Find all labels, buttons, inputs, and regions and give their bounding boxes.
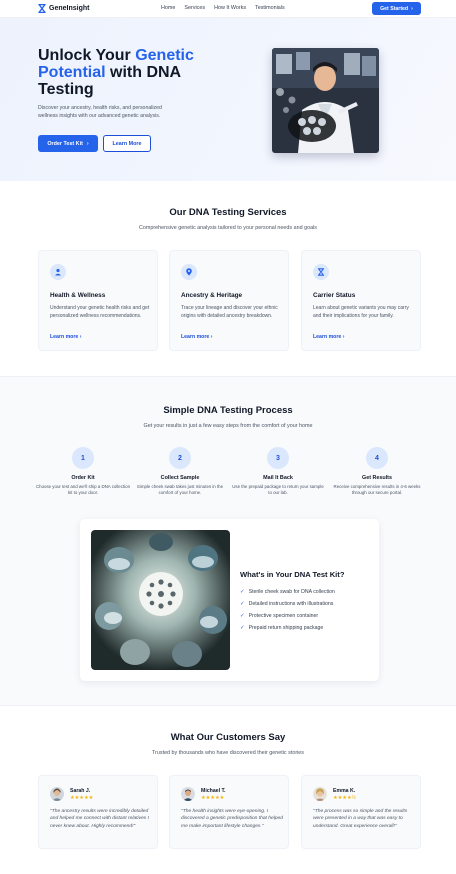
list-item: ✓ Detailed instructions with illustration… bbox=[240, 598, 335, 610]
process-step: 2 Collect Sample Simple cheek swab takes… bbox=[132, 447, 228, 496]
list-item-label: Sterile cheek swab for DNA collection bbox=[248, 589, 335, 595]
nav-link-testimonials[interactable]: Testimonials bbox=[255, 5, 285, 11]
avatar bbox=[313, 787, 327, 801]
services-title: Our DNA Testing Services bbox=[169, 207, 287, 218]
learn-more-link-label: Learn more bbox=[181, 334, 210, 340]
step-description: Receive comprehensive results in 4-6 wee… bbox=[333, 484, 421, 495]
nav-link-how-it-works[interactable]: How It Works bbox=[214, 5, 246, 11]
check-icon: ✓ bbox=[240, 601, 245, 607]
map-pin-icon bbox=[181, 264, 197, 280]
order-test-kit-label: Order Test Kit bbox=[47, 140, 83, 147]
avatar bbox=[50, 787, 64, 801]
learn-more-link[interactable]: Learn more › bbox=[50, 334, 81, 340]
check-icon: ✓ bbox=[240, 625, 245, 631]
hero-subtitle: Discover your ancestry, health risks, an… bbox=[38, 105, 162, 119]
step-title: Mail It Back bbox=[263, 475, 293, 481]
get-started-button[interactable]: Get Started › bbox=[372, 2, 421, 15]
testimonials-title: What Our Customers Say bbox=[170, 732, 286, 743]
list-item-label: Prepaid return shipping package bbox=[248, 625, 324, 631]
testimonial-quote: "The process was so simple and the resul… bbox=[313, 809, 408, 829]
dna-icon bbox=[313, 264, 329, 280]
learn-more-link-label: Learn more bbox=[313, 334, 342, 340]
service-card-carrier: Carrier Status Learn about genetic varia… bbox=[301, 250, 421, 351]
list-item: ✓ Protective specimen container bbox=[240, 610, 335, 622]
service-card-description: Learn about genetic variants you may car… bbox=[313, 305, 409, 319]
process-subtitle: Get your results in just a few easy step… bbox=[143, 423, 313, 429]
testimonial-card: Michael T. ★★★★★ "The health insights we… bbox=[169, 775, 289, 849]
testimonial-card: Sarah J. ★★★★★ "The ancestry results wer… bbox=[38, 775, 158, 849]
step-description: Simple cheek swab takes just minutes in … bbox=[136, 484, 224, 495]
testimonial-name: Sarah J. bbox=[70, 788, 91, 794]
step-title: Order Kit bbox=[71, 475, 95, 481]
process-step: 3 Mail It Back Use the prepaid package t… bbox=[230, 447, 326, 496]
step-title: Get Results bbox=[362, 475, 392, 481]
nav-link-services[interactable]: Services bbox=[184, 5, 205, 11]
star-rating-icon: ★★★★½ bbox=[333, 795, 356, 801]
nav-link-home[interactable]: Home bbox=[161, 5, 175, 11]
get-started-label: Get Started bbox=[380, 5, 409, 12]
list-item: ✓ Prepaid return shipping package bbox=[240, 622, 335, 634]
learn-more-label: Learn More bbox=[112, 140, 142, 147]
check-icon: ✓ bbox=[240, 613, 245, 619]
service-card-health: Health & Wellness Understand your geneti… bbox=[38, 250, 158, 351]
brand-name: GeneInsight bbox=[49, 5, 90, 12]
service-card-title: Carrier Status bbox=[313, 292, 356, 299]
avatar bbox=[181, 787, 195, 801]
dna-logo-icon bbox=[38, 4, 46, 13]
step-number: 2 bbox=[169, 447, 191, 469]
chevron-right-icon: › bbox=[411, 5, 413, 12]
surgeons-image bbox=[91, 530, 230, 670]
learn-more-link[interactable]: Learn more › bbox=[181, 334, 212, 340]
service-card-ancestry: Ancestry & Heritage Trace your lineage a… bbox=[169, 250, 289, 351]
testimonial-quote: "The ancestry results were incredibly de… bbox=[50, 809, 149, 829]
check-icon: ✓ bbox=[240, 589, 245, 595]
chevron-right-icon: › bbox=[79, 334, 82, 340]
test-kit-title: What's in Your DNA Test Kit? bbox=[240, 570, 345, 579]
step-number: 3 bbox=[267, 447, 289, 469]
top-navbar: GeneInsight Home Services How It Works T… bbox=[0, 0, 456, 18]
hero-title-part1: Unlock Your bbox=[38, 47, 136, 64]
step-description: Use the prepaid package to return your s… bbox=[232, 484, 324, 495]
chevron-right-icon: › bbox=[342, 334, 345, 340]
step-title: Collect Sample bbox=[160, 475, 200, 481]
test-kit-list: ✓ Sterile cheek swab for DNA collection ✓… bbox=[240, 586, 335, 634]
service-card-title: Health & Wellness bbox=[50, 292, 106, 299]
learn-more-link[interactable]: Learn more › bbox=[313, 334, 344, 340]
process-title: Simple DNA Testing Process bbox=[163, 405, 293, 416]
services-subtitle: Comprehensive genetic analysis tailored … bbox=[139, 225, 317, 231]
testimonial-quote: "The health insights were eye-opening. I… bbox=[181, 809, 283, 829]
chevron-right-icon: › bbox=[86, 140, 89, 147]
order-test-kit-button[interactable]: Order Test Kit › bbox=[38, 135, 98, 152]
chevron-right-icon: › bbox=[210, 334, 213, 340]
test-kit-card: What's in Your DNA Test Kit? ✓ Sterile ch… bbox=[80, 519, 379, 681]
process-step: 4 Get Results Receive comprehensive resu… bbox=[329, 447, 425, 496]
process-step: 1 Order Kit Choose your test and we'll s… bbox=[35, 447, 131, 496]
step-description: Choose your test and we'll ship a DNA co… bbox=[35, 484, 131, 495]
person-icon bbox=[50, 264, 66, 280]
learn-more-button[interactable]: Learn More bbox=[103, 135, 151, 152]
service-card-description: Trace your lineage and discover your eth… bbox=[181, 305, 278, 319]
star-rating-icon: ★★★★★ bbox=[70, 795, 94, 801]
testimonial-name: Emma K. bbox=[333, 788, 356, 794]
hero-title: Unlock Your Genetic Potential with DNA T… bbox=[38, 47, 238, 98]
list-item-label: Detailed instructions with illustrations bbox=[248, 601, 334, 607]
step-number: 4 bbox=[366, 447, 388, 469]
service-card-title: Ancestry & Heritage bbox=[181, 292, 243, 299]
star-rating-icon: ★★★★★ bbox=[201, 795, 225, 801]
step-number: 1 bbox=[72, 447, 94, 469]
hero-section: Unlock Your Genetic Potential with DNA T… bbox=[0, 18, 456, 181]
process-section: Simple DNA Testing Process Get your resu… bbox=[0, 376, 456, 706]
service-card-description: Understand your genetic health risks and… bbox=[50, 305, 150, 319]
nav-links: Home Services How It Works Testimonials bbox=[161, 5, 285, 11]
hero-scientist-image bbox=[272, 48, 379, 153]
testimonial-name: Michael T. bbox=[201, 788, 226, 794]
testimonials-subtitle: Trusted by thousands who have discovered… bbox=[151, 750, 305, 756]
list-item: ✓ Sterile cheek swab for DNA collection bbox=[240, 586, 335, 598]
learn-more-link-label: Learn more bbox=[50, 334, 79, 340]
testimonial-card: Emma K. ★★★★½ "The process was so simple… bbox=[301, 775, 421, 849]
brand[interactable]: GeneInsight bbox=[38, 4, 89, 13]
list-item-label: Protective specimen container bbox=[248, 613, 319, 619]
